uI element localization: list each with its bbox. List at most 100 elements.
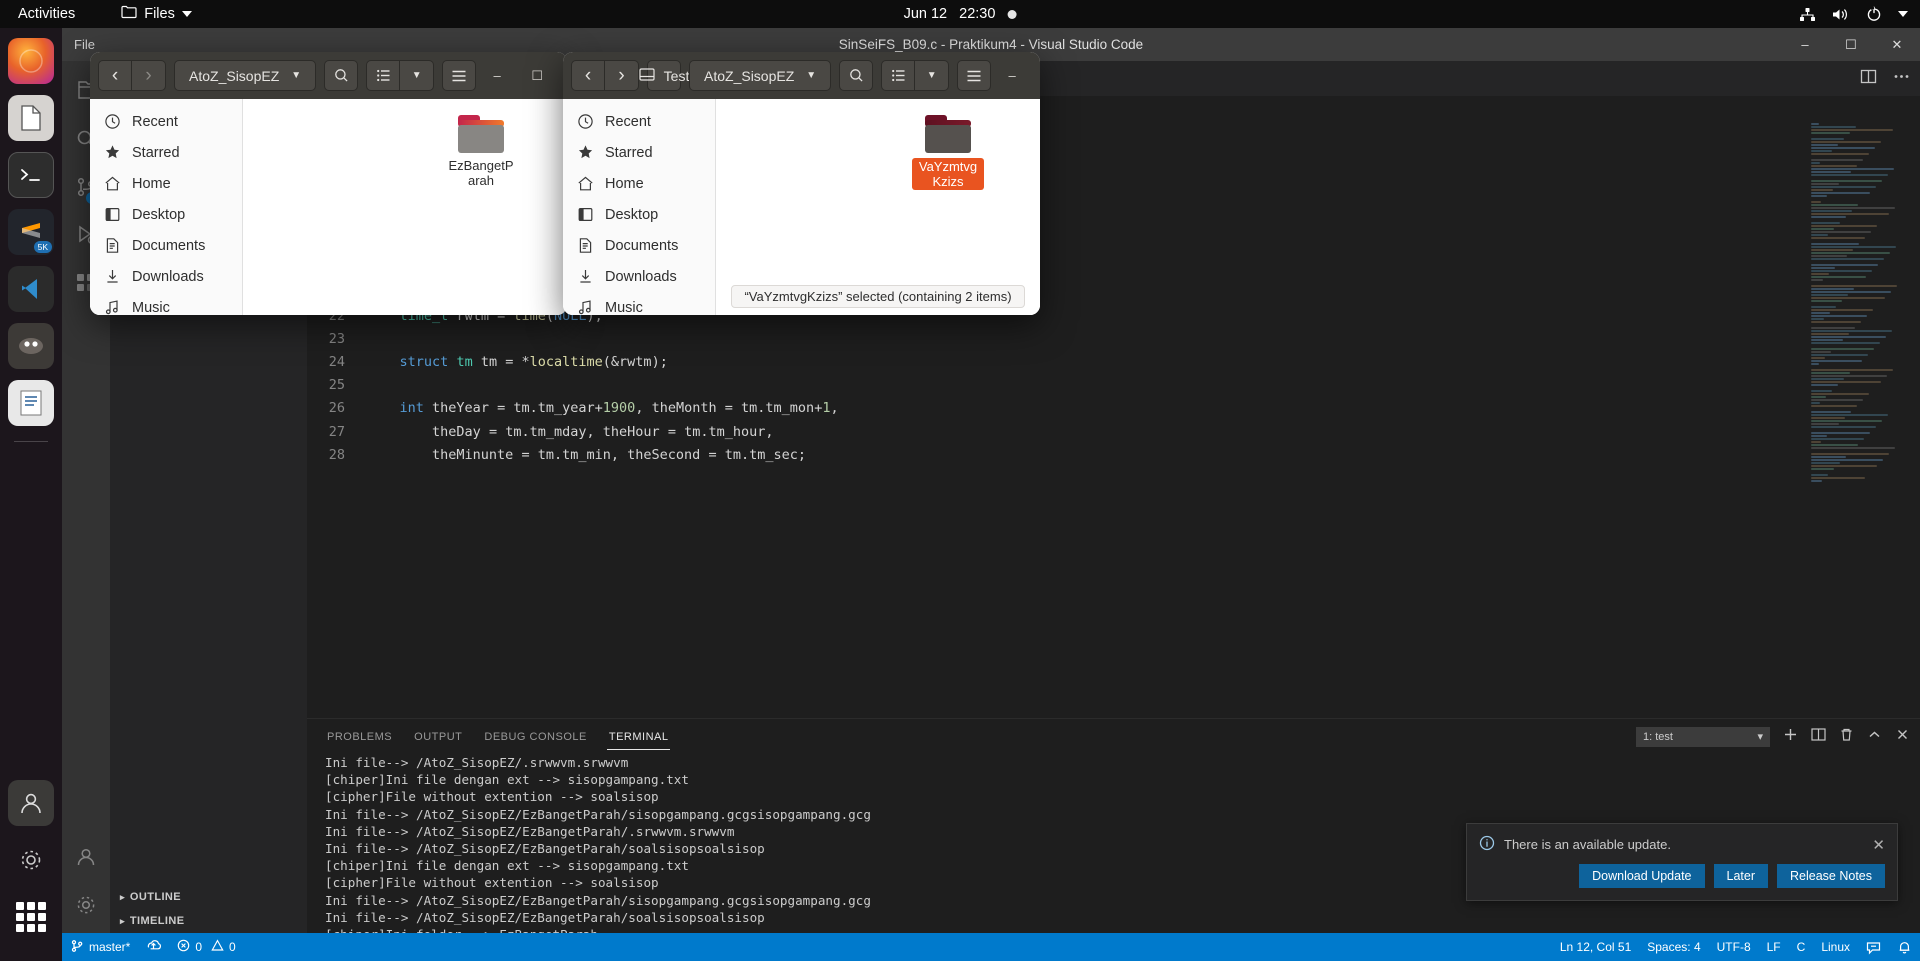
status-platform[interactable]: Linux bbox=[1813, 933, 1858, 961]
nav-back-button[interactable]: ‹ bbox=[98, 60, 132, 91]
account-icon[interactable] bbox=[62, 833, 110, 881]
vscode-close-button[interactable]: ✕ bbox=[1874, 28, 1920, 61]
place-item-downloads[interactable]: Downloads bbox=[90, 261, 242, 292]
dock-item-sublime-text[interactable]: 5K bbox=[8, 209, 54, 255]
notification-bell-icon[interactable] bbox=[1889, 933, 1920, 961]
dock-item-gimp[interactable] bbox=[8, 323, 54, 369]
manage-gear-icon[interactable] bbox=[62, 881, 110, 929]
release-notes-button[interactable]: Release Notes bbox=[1777, 864, 1885, 888]
more-actions-icon[interactable] bbox=[1893, 68, 1910, 90]
place-item-recent[interactable]: Recent bbox=[90, 106, 242, 137]
place-item-home[interactable]: Home bbox=[90, 168, 242, 199]
system-indicators[interactable] bbox=[1799, 6, 1908, 22]
status-indentation[interactable]: Spaces: 4 bbox=[1639, 933, 1708, 961]
close-icon[interactable]: ✕ bbox=[1872, 836, 1885, 854]
minimize-button-back[interactable]: – bbox=[484, 63, 510, 89]
minimap-line bbox=[1811, 336, 1886, 338]
sidebar-section-timeline[interactable]: ▸ TIMELINE bbox=[110, 909, 307, 933]
dock-item-vscode[interactable] bbox=[8, 266, 54, 312]
place-item-music[interactable]: Music bbox=[563, 292, 715, 315]
minimap-line bbox=[1811, 420, 1882, 422]
minimap-line bbox=[1811, 330, 1892, 332]
nav-back-button-front[interactable]: ‹ bbox=[571, 60, 605, 91]
minimap-line bbox=[1811, 396, 1826, 398]
chevron-down-icon[interactable] bbox=[1898, 11, 1908, 17]
sidebar-section-outline[interactable]: ▸ OUTLINE bbox=[110, 885, 307, 909]
place-item-desktop[interactable]: Desktop bbox=[90, 199, 242, 230]
tab-terminal[interactable]: TERMINAL bbox=[606, 722, 671, 752]
place-item-recent[interactable]: Recent bbox=[563, 106, 715, 137]
nav-forward-button[interactable]: › bbox=[132, 60, 166, 91]
place-item-documents[interactable]: Documents bbox=[90, 230, 242, 261]
view-list-icon-front[interactable] bbox=[881, 60, 916, 91]
vscode-minimize-button[interactable]: – bbox=[1782, 28, 1828, 61]
vscode-maximize-button[interactable]: ☐ bbox=[1828, 28, 1874, 61]
download-update-button[interactable]: Download Update bbox=[1579, 864, 1705, 888]
nav-forward-button-front[interactable]: › bbox=[605, 60, 639, 91]
status-encoding[interactable]: UTF-8 bbox=[1709, 933, 1759, 961]
places-sidebar-back: Recent Starred Home Desktop Documents Downloa… bbox=[90, 99, 243, 315]
feedback-icon[interactable] bbox=[1858, 933, 1889, 961]
view-list-icon[interactable] bbox=[366, 60, 401, 91]
split-editor-icon[interactable] bbox=[1860, 68, 1877, 90]
status-branch[interactable]: master* bbox=[62, 933, 138, 961]
path-bar-front[interactable]: AtoZ_SisopEZ ▼ bbox=[689, 60, 832, 91]
later-button[interactable]: Later bbox=[1713, 864, 1768, 888]
hamburger-menu-icon[interactable] bbox=[442, 60, 477, 91]
close-panel-icon[interactable] bbox=[1895, 727, 1910, 747]
place-item-documents[interactable]: Documents bbox=[563, 230, 715, 261]
dock-item-firefox[interactable] bbox=[8, 38, 54, 84]
maximize-button-back[interactable]: ☐ bbox=[524, 63, 550, 89]
status-sync[interactable] bbox=[138, 933, 169, 961]
minimap-line bbox=[1811, 246, 1896, 248]
split-terminal-icon[interactable] bbox=[1811, 727, 1826, 747]
activities-button[interactable]: Activities bbox=[4, 0, 89, 28]
dock-item-libreoffice-writer[interactable] bbox=[8, 380, 54, 426]
dock-item-users[interactable] bbox=[8, 780, 54, 826]
tab-output[interactable]: OUTPUT bbox=[412, 722, 464, 752]
view-dropdown-icon-front[interactable]: ▼ bbox=[915, 60, 950, 91]
place-item-label: Home bbox=[605, 175, 644, 192]
status-eol[interactable]: LF bbox=[1759, 933, 1789, 961]
view-dropdown-icon[interactable]: ▼ bbox=[400, 60, 435, 91]
hamburger-menu-icon-front[interactable] bbox=[957, 60, 992, 91]
maximize-button-front[interactable]: ☐ bbox=[1039, 63, 1040, 89]
minimap-line bbox=[1811, 432, 1870, 434]
place-item-downloads[interactable]: Downloads bbox=[563, 261, 715, 292]
app-menu-button[interactable]: Files bbox=[111, 0, 202, 28]
home-icon bbox=[104, 175, 121, 192]
search-icon-front[interactable] bbox=[839, 60, 874, 91]
file-list-back[interactable]: EzBangetParah bbox=[243, 99, 567, 315]
minimize-button-front[interactable]: – bbox=[999, 63, 1025, 89]
terminal-selector[interactable]: 1: test ▾ bbox=[1636, 726, 1770, 747]
place-item-home[interactable]: Home bbox=[563, 168, 715, 199]
new-terminal-icon[interactable] bbox=[1783, 727, 1798, 747]
tab-problems[interactable]: PROBLEMS bbox=[325, 722, 394, 752]
place-item-starred[interactable]: Starred bbox=[90, 137, 242, 168]
file-item-back[interactable]: EzBangetParah bbox=[435, 115, 527, 188]
file-item-front[interactable]: VaYzmtvgKzizs bbox=[902, 115, 994, 190]
tab-debug-console[interactable]: DEBUG CONSOLE bbox=[482, 722, 588, 752]
path-bar-back[interactable]: AtoZ_SisopEZ ▼ bbox=[174, 60, 317, 91]
file-list-front[interactable]: VaYzmtvgKzizs “VaYzmtvgKzizs” selected (… bbox=[716, 99, 1040, 315]
line-content: theMinunte = tm.tm_min, theSecond = tm.t… bbox=[432, 446, 807, 463]
place-item-starred[interactable]: Starred bbox=[563, 137, 715, 168]
kill-terminal-icon[interactable] bbox=[1839, 727, 1854, 747]
code-line: 24 struct tm tm = *localtime(&rwtm); bbox=[307, 351, 1849, 374]
window-tab-test[interactable]: Test bbox=[639, 60, 689, 91]
status-language-mode[interactable]: C bbox=[1789, 933, 1814, 961]
editor-minimap[interactable] bbox=[1805, 96, 1920, 593]
status-cursor-position[interactable]: Ln 12, Col 51 bbox=[1552, 933, 1639, 961]
network-icon bbox=[1799, 7, 1816, 22]
place-item-music[interactable]: Music bbox=[90, 292, 242, 315]
show-applications-icon[interactable] bbox=[8, 894, 54, 940]
minimap-line bbox=[1811, 372, 1850, 374]
status-problems[interactable]: 0 0 bbox=[169, 933, 243, 961]
dock-item-settings[interactable] bbox=[8, 837, 54, 883]
dock-item-terminal[interactable] bbox=[8, 152, 54, 198]
clock-button[interactable]: Jun 12 22:30 bbox=[904, 6, 1017, 22]
search-icon[interactable] bbox=[324, 60, 359, 91]
dock-item-files[interactable] bbox=[8, 95, 54, 141]
chevron-up-icon[interactable] bbox=[1867, 727, 1882, 747]
place-item-desktop[interactable]: Desktop bbox=[563, 199, 715, 230]
